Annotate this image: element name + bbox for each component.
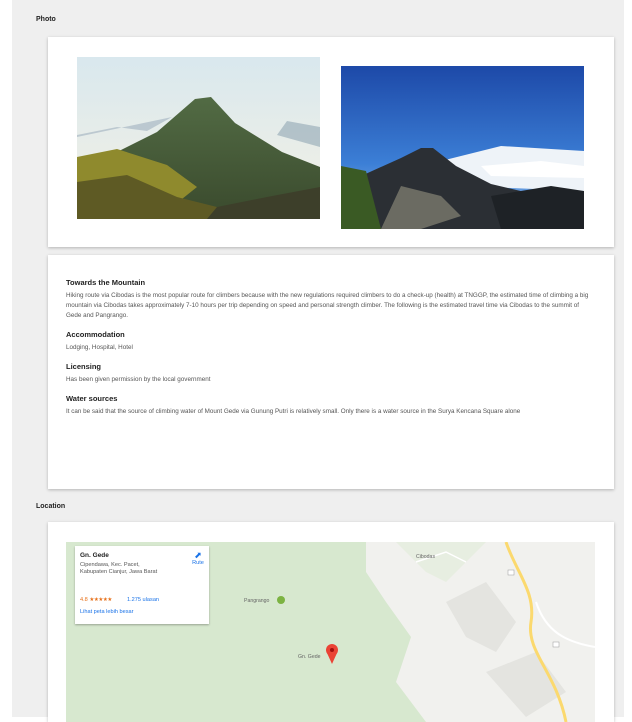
text-licensing: Has been given permission by the local g… [66, 376, 211, 383]
text-towards-mountain: Hiking route via Cibodas is the most pop… [66, 292, 589, 319]
photo-card [48, 37, 614, 247]
heading-accommodation: Accommodation [66, 330, 125, 339]
map-label-gede: Gn. Gede [298, 654, 321, 660]
section-title-photo: Photo [36, 16, 56, 23]
mountain-photo-2[interactable] [341, 66, 584, 229]
peak-marker-icon [277, 596, 285, 604]
place-name: Gn. Gede [80, 552, 109, 559]
place-rating: 4.8 ★★★★★ [80, 597, 112, 603]
heading-water-sources: Water sources [66, 394, 118, 403]
section-title-location: Location [36, 503, 66, 510]
rating-stars-icon: ★★★★★ [89, 597, 112, 603]
larger-map-link[interactable]: Lihat peta lebih besar [80, 609, 134, 615]
reviews-link[interactable]: 1.275 ulasan [127, 597, 159, 603]
place-address: Cipendawa, Kec. Pacet, Kabupaten Cianjur… [80, 562, 158, 575]
directions-icon: ⬈ [194, 550, 202, 560]
mountain-photo-1[interactable] [77, 57, 320, 219]
text-accommodation: Lodging, Hospital, Hotel [66, 344, 133, 351]
route-button[interactable]: ⬈ Rute [187, 550, 209, 567]
route-label: Rute [192, 560, 204, 566]
page-background: Photo Towards the Mountain Hiking route … [12, 0, 624, 722]
rating-value: 4.8 [80, 597, 88, 603]
map-label-pangrango: Pangrango [244, 598, 270, 604]
heading-licensing: Licensing [66, 362, 102, 371]
location-card: Pangrango Gn. Gede Cibodas Gn. Gede Cipe… [48, 522, 614, 722]
map-label-cibodas: Cibodas [416, 554, 436, 560]
embedded-map[interactable]: Pangrango Gn. Gede Cibodas Gn. Gede Cipe… [66, 542, 595, 722]
heading-towards-mountain: Towards the Mountain [66, 278, 146, 287]
info-card: Towards the Mountain Hiking route via Ci… [48, 255, 614, 489]
map-info-box: Gn. Gede Cipendawa, Kec. Pacet, Kabupate… [75, 546, 209, 624]
text-water-sources: It can be said that the source of climbi… [66, 408, 521, 415]
